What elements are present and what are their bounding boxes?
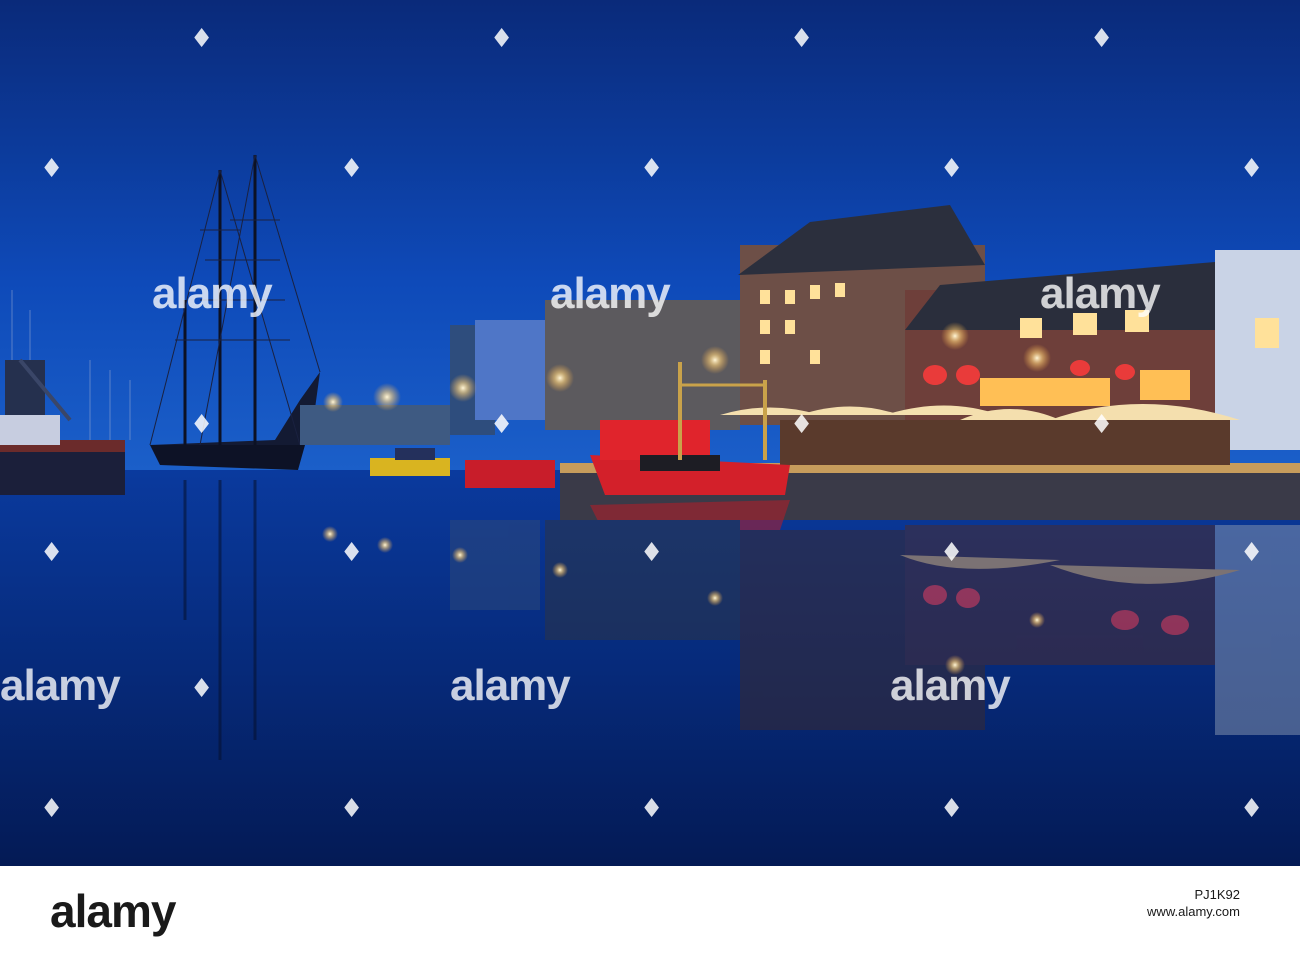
watermark-diamond-icon: ♦	[490, 410, 514, 440]
watermark-diamond-icon: ♦	[790, 24, 814, 54]
watermark-diamond-icon: ♦	[340, 154, 364, 184]
watermark-diamond-icon: ♦	[1240, 538, 1264, 568]
cafe-terrace	[780, 420, 1230, 465]
watermark-word: alamy	[450, 661, 571, 710]
watermark-word: alamy	[890, 661, 1011, 710]
watermark-diamond-icon: ♦	[1090, 410, 1114, 440]
watermark-diamond-icon: ♦	[40, 154, 64, 184]
watermark-diamond-icon: ♦	[940, 154, 964, 184]
watermark-word: alamy	[152, 269, 273, 318]
watermark-diamond-icon: ♦	[1090, 24, 1114, 54]
watermark-diamond-icon: ♦	[640, 794, 664, 824]
image-id: PJ1K92	[1194, 887, 1240, 902]
watermark-diamond-icon: ♦	[640, 538, 664, 568]
footer-bar: alamy PJ1K92 www.alamy.com	[0, 866, 1300, 956]
watermark-diamond-icon: ♦	[940, 794, 964, 824]
watermark-diamond-icon: ♦	[340, 794, 364, 824]
watermark-diamond-icon: ♦	[940, 538, 964, 568]
harbour-photo: alamy alamy alamy alamy alamy alamy ♦ ♦ …	[0, 0, 1300, 866]
watermark-diamond-icon: ♦	[190, 410, 214, 440]
watermark-diamond-icon: ♦	[1240, 794, 1264, 824]
watermark-diamond-icon: ♦	[1240, 154, 1264, 184]
alamy-logo[interactable]: alamy	[50, 884, 176, 938]
watermark-diamond-icon: ♦	[790, 410, 814, 440]
watermark-diamond-icon: ♦	[190, 674, 214, 704]
watermark-word: alamy	[550, 269, 671, 318]
watermark-word: alamy	[1040, 269, 1161, 318]
watermark-diamond-icon: ♦	[190, 24, 214, 54]
site-url[interactable]: www.alamy.com	[1147, 903, 1240, 920]
watermark-diamond-icon: ♦	[40, 794, 64, 824]
watermark-diamond-icon: ♦	[340, 538, 364, 568]
image-credit: PJ1K92 www.alamy.com	[1147, 886, 1240, 920]
watermark-diamond-icon: ♦	[640, 154, 664, 184]
watermark-word: alamy	[0, 661, 121, 710]
watermark-diamond-icon: ♦	[490, 24, 514, 54]
watermark-diamond-icon: ♦	[40, 538, 64, 568]
